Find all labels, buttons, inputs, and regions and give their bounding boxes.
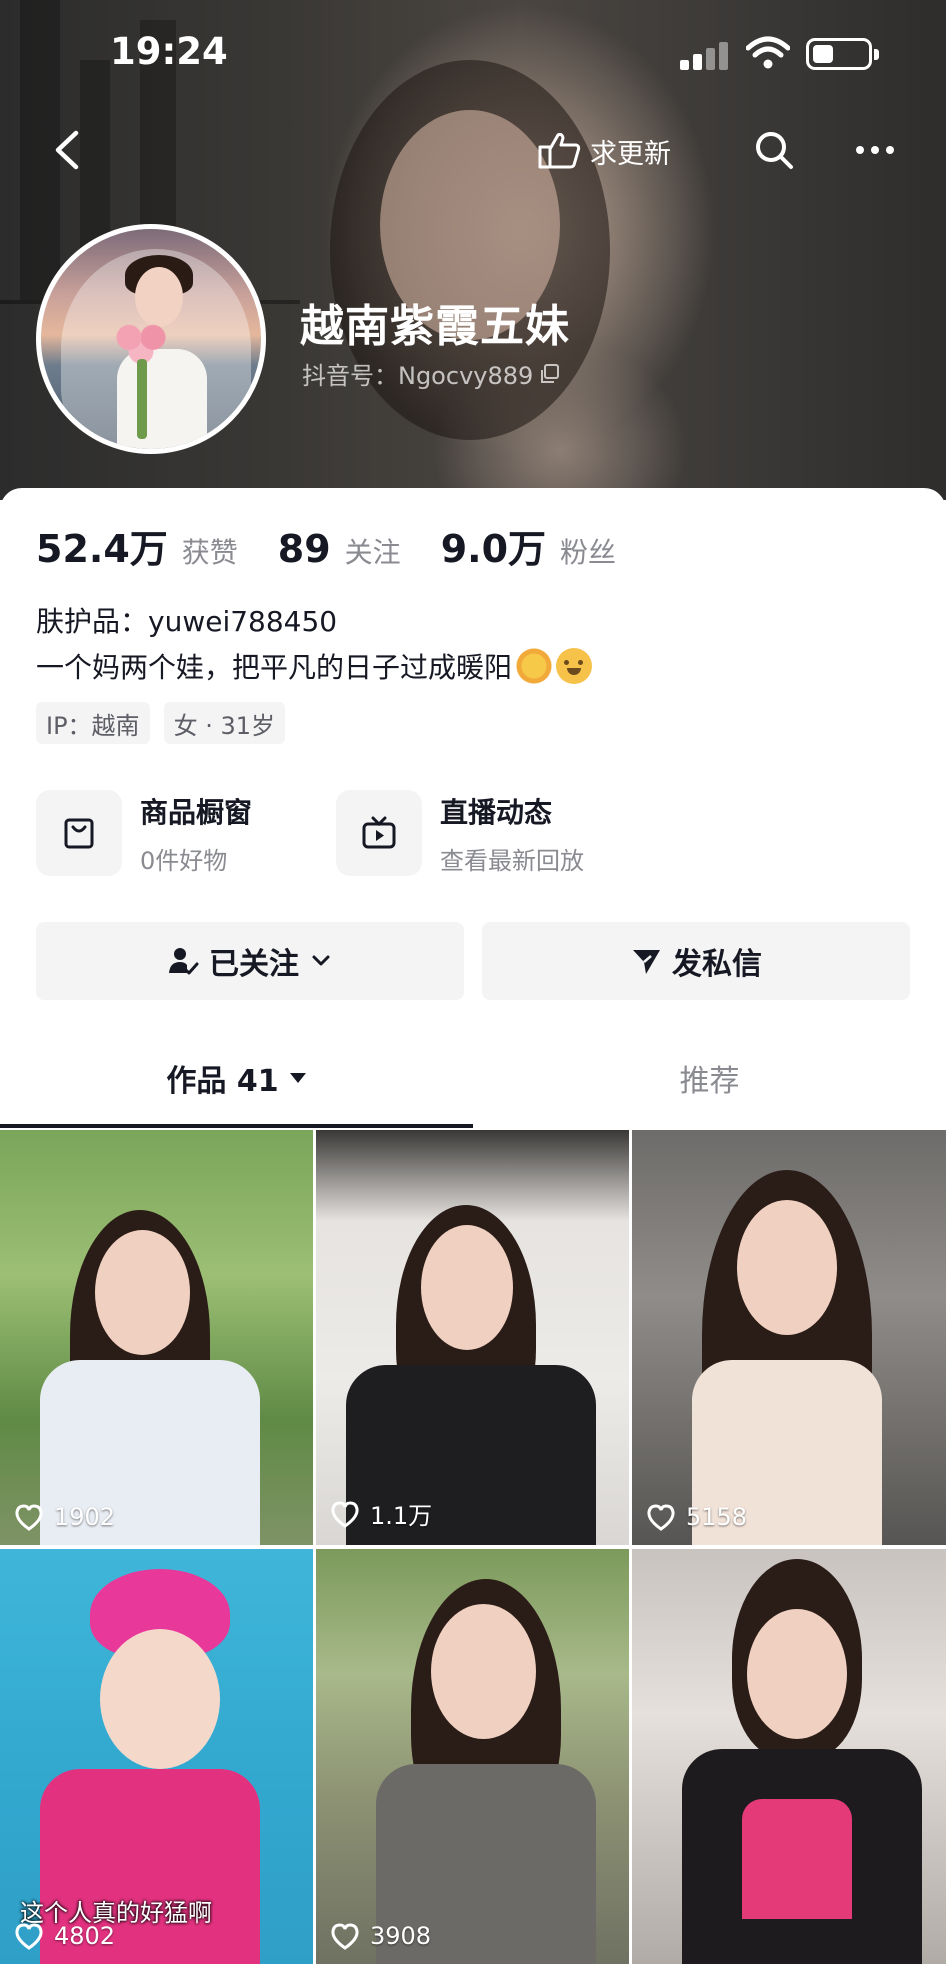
tab-works-label: 作品 41 [166,1064,279,1099]
gender-age-tag: 女 · 31岁 [163,702,285,744]
tab-recommend-label: 推荐 [679,1064,740,1099]
live-replay-title: 直播动态 [440,795,553,829]
profile-card: 52.4万 获赞 89 关注 9.0万 粉丝 肤护品：yuwei788450 一… [0,488,946,1130]
heart-icon [15,1504,43,1531]
video-likes-count: 3908 [370,1922,432,1950]
triangle-down-icon [289,1073,306,1083]
heart-icon [15,1923,43,1950]
bio-text: 一个妈两个娃，把平凡的日子过成暖阳 [36,651,513,684]
copy-icon[interactable] [539,363,561,385]
send-message-label: 发私信 [672,947,762,982]
following-label[interactable]: 关注 [345,531,401,571]
video-likes-count: 5158 [686,1503,748,1531]
live-replay-subtitle: 查看最新回放 [440,846,584,875]
tv-icon [362,816,396,849]
bag-icon [64,818,94,849]
send-message-button[interactable]: 发私信 [482,922,910,1000]
video-thumbnail[interactable]: 1.1万 [316,1130,629,1545]
followed-button[interactable]: 已关注 [36,922,464,1000]
back-icon[interactable] [46,125,92,175]
heart-icon [331,1500,359,1528]
likes-count[interactable]: 52.4万 [36,518,168,573]
video-likes: 1.1万 [330,1496,432,1531]
video-likes-count: 1902 [54,1503,116,1531]
video-thumbnail[interactable]: 5158 [632,1130,946,1545]
bag-icon-box [36,790,122,876]
video-thumbnail[interactable] [632,1549,946,1964]
search-icon[interactable] [752,128,796,172]
video-thumbnail[interactable]: 1902 [0,1130,313,1545]
bio-skincare-line: 肤护品：yuwei788450 [36,605,338,638]
heart-icon [647,1504,675,1531]
video-likes-count: 1.1万 [370,1502,433,1530]
request-update-label: 求更新 [590,138,671,170]
profile-header: 19:24 求更新 越南紫霞五妹 抖音号：Ngocvy889 [0,0,946,500]
shop-window-subtitle: 0件好物 [140,846,228,875]
douyin-id[interactable]: 抖音号：Ngocvy889 [302,356,561,391]
tab-active-indicator [0,1124,473,1128]
video-likes: 3908 [330,1922,431,1950]
tab-works[interactable]: 作品 41 [0,1028,473,1128]
live-replay-entry[interactable]: 直播动态 查看最新回放 [336,788,584,878]
video-likes: 4802 [14,1922,115,1950]
followed-label: 已关注 [209,947,299,982]
video-likes-count: 4802 [54,1922,116,1950]
video-grid: 1902 1.1万 5158 这个人真的好猛啊 4802 3908 [0,1130,946,1970]
ip-location-tag: IP：越南 [36,702,150,744]
more-icon[interactable] [850,128,900,172]
douyin-id-text: 抖音号：Ngocvy889 [302,362,534,390]
pointing-hand-icon [538,132,581,169]
wifi-icon [746,36,790,69]
chevron-down-icon [312,955,330,966]
status-time: 19:24 [110,30,228,73]
followers-label[interactable]: 粉丝 [560,531,616,571]
tab-recommend[interactable]: 推荐 [473,1028,946,1128]
followers-count[interactable]: 9.0万 [441,518,546,573]
sun-emoji-icon [516,648,553,684]
user-check-icon [169,948,199,975]
heart-icon [331,1923,359,1950]
shop-window-title: 商品橱窗 [140,795,253,829]
hugging-face-emoji-icon [556,648,593,684]
following-count[interactable]: 89 [278,527,331,571]
avatar[interactable] [36,224,266,454]
video-thumbnail[interactable]: 3908 [316,1549,629,1964]
profile-name: 越南紫霞五妹 [300,301,570,352]
video-likes: 1902 [14,1503,115,1531]
likes-label[interactable]: 获赞 [182,531,238,571]
profile-tags: IP：越南 女 · 31岁 [36,702,285,744]
video-thumbnail[interactable]: 这个人真的好猛啊 4802 [0,1549,313,1964]
shop-window-entry[interactable]: 商品橱窗 0件好物 [36,788,252,878]
cellular-signal-icon [680,40,732,70]
request-update-button[interactable]: 求更新 [536,126,671,176]
battery-icon [806,38,879,70]
send-message-icon [633,950,660,974]
video-likes: 5158 [646,1503,747,1531]
status-bar: 19:24 [0,0,946,110]
profile-tabs: 作品 41 推荐 [0,1028,946,1128]
bio-line: 一个妈两个娃，把平凡的日子过成暖阳 [36,646,593,686]
tv-icon-box [336,790,422,876]
stats-row: 52.4万 获赞 89 关注 9.0万 粉丝 [36,518,642,573]
